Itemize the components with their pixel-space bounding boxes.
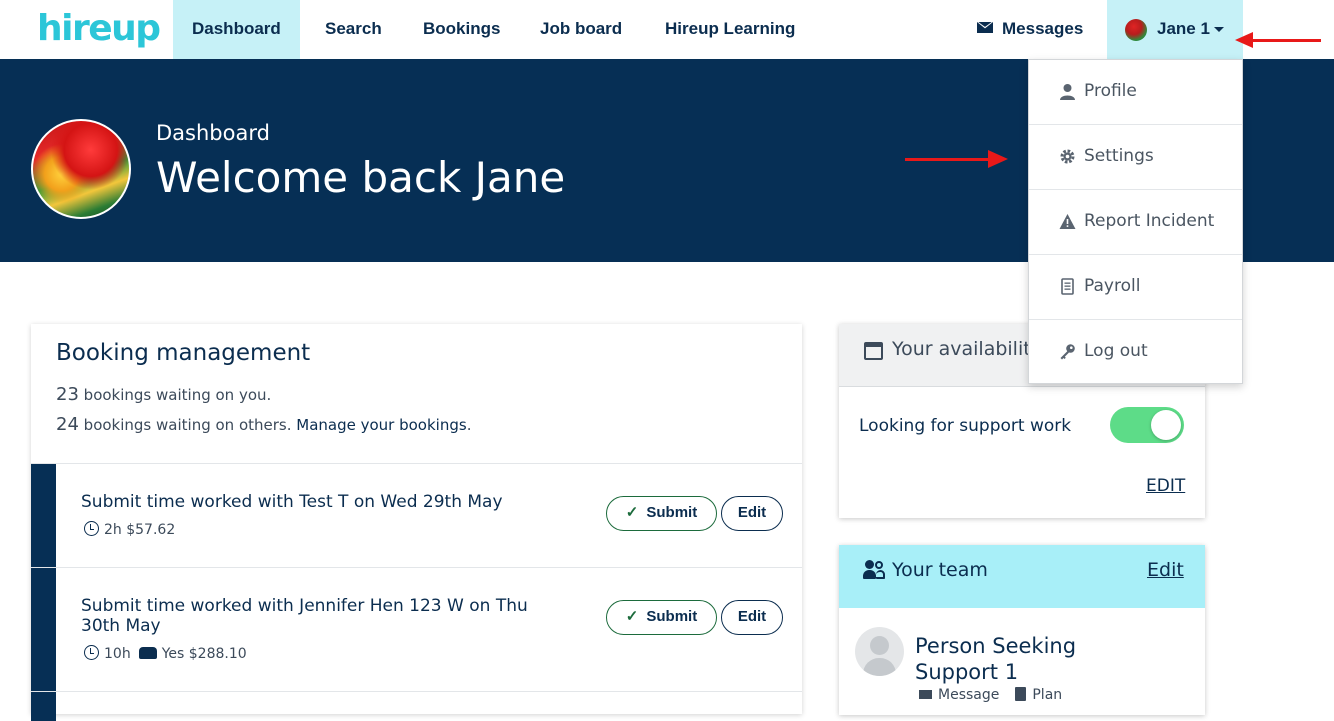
check-icon: ✓ [625,504,639,521]
user-dropdown-menu: Profile Settings Report Incident Payroll… [1028,59,1243,384]
warning-icon [1059,213,1076,230]
bookings-waiting-on-you: 23 bookings waiting on you. [56,384,271,405]
check-icon: ✓ [625,608,639,625]
user-name: Jane 1 [1157,19,1210,38]
waiting-on-others-text: bookings waiting on others. [78,416,297,434]
availability-title: Your availabilit [892,338,1031,360]
profile-avatar [31,119,131,219]
submit-label: Submit [646,608,698,625]
bookings-waiting-on-others: 24 bookings waiting on others. Manage yo… [56,414,471,435]
clock-icon [84,521,99,536]
envelope-icon [919,690,932,699]
nav-job-board[interactable]: Job board [521,0,641,59]
nav-messages[interactable]: Messages [977,0,1083,59]
booking-row-meta: 2h $57.62 [84,521,175,538]
menu-item-report-incident[interactable]: Report Incident [1029,190,1242,255]
caret-down-icon [1214,27,1224,32]
booking-travel: Yes [161,646,185,662]
nav-dashboard[interactable]: Dashboard [173,0,300,59]
booking-row: Submit time worked with Jennifer Hen 123… [31,567,802,691]
clipboard-icon [1015,687,1027,701]
clock-icon [84,645,99,660]
menu-item-profile[interactable]: Profile [1029,60,1242,125]
menu-item-settings[interactable]: Settings [1029,125,1242,190]
nav-bookings[interactable]: Bookings [404,0,519,59]
plan-link[interactable]: Plan [1032,687,1062,703]
message-link[interactable]: Message [938,687,999,703]
menu-label: Log out [1084,341,1148,361]
person-name[interactable]: Person Seeking Support 1 [915,633,1115,685]
car-icon [138,647,157,659]
submit-button[interactable]: ✓ Submit [606,600,717,635]
user-avatar [1125,19,1147,41]
calendar-icon [864,342,883,360]
row-accent-bar [31,464,56,567]
waiting-on-you-count: 23 [56,384,79,405]
booking-row: Submit time worked with Test T on Wed 29… [31,463,802,567]
menu-label: Settings [1084,146,1154,166]
menu-item-log-out[interactable]: Log out [1029,320,1242,385]
nav-hireup-learning[interactable]: Hireup Learning [646,0,814,59]
edit-button[interactable]: Edit [721,496,783,531]
booking-row-title: Submit time worked with Test T on Wed 29… [81,492,503,512]
top-navigation: hireup Dashboard Search Bookings Job boa… [0,0,1334,59]
submit-label: Submit [646,504,698,521]
availability-edit-link[interactable]: EDIT [1146,476,1185,496]
key-icon [1059,343,1076,360]
document-icon [1059,278,1076,295]
team-header: Your team Edit [839,545,1205,608]
edit-button[interactable]: Edit [721,600,783,635]
row-accent-bar [31,692,56,721]
booking-amount: $57.62 [126,522,176,538]
user-menu-toggle[interactable]: Jane 1 [1107,0,1243,59]
period: . [466,416,472,434]
looking-for-work-label: Looking for support work [859,416,1072,436]
menu-label: Payroll [1084,276,1141,296]
messages-label: Messages [1002,19,1084,38]
row-accent-bar [31,568,56,691]
looking-for-work-toggle[interactable] [1110,407,1184,443]
waiting-on-you-text: bookings waiting on you. [78,386,272,404]
booking-hours: 10h [104,646,131,662]
gear-icon [1059,148,1076,165]
user-icon [1059,83,1076,100]
person-avatar [855,627,904,676]
booking-management-card: Booking management 23 bookings waiting o… [31,324,802,721]
envelope-icon [977,22,993,34]
booking-row-title: Submit time worked with Jennifer Hen 123… [81,596,528,636]
submit-button[interactable]: ✓ Submit [606,496,717,531]
menu-label: Report Incident [1084,211,1215,231]
hero-subtitle: Dashboard [156,121,270,145]
team-edit-link[interactable]: Edit [1147,559,1184,581]
users-icon [863,560,885,580]
hireup-logo[interactable]: hireup [37,8,161,49]
menu-label: Profile [1084,81,1137,101]
person-actions: Message Plan [919,687,1062,703]
waiting-on-others-count: 24 [56,414,79,435]
booking-row [31,691,802,721]
nav-search[interactable]: Search [306,0,401,59]
booking-hours: 2h [104,522,122,538]
team-title: Your team [892,559,988,581]
menu-item-payroll[interactable]: Payroll [1029,255,1242,320]
hero-title: Welcome back Jane [156,153,566,202]
manage-bookings-link[interactable]: Manage your bookings [296,416,466,434]
booking-management-title: Booking management [56,340,311,366]
team-card: Your team Edit Person Seeking Support 1 … [839,545,1205,715]
toggle-knob [1151,410,1181,440]
booking-row-meta: 10h Yes $288.10 [84,645,247,662]
booking-amount: $288.10 [188,646,247,662]
